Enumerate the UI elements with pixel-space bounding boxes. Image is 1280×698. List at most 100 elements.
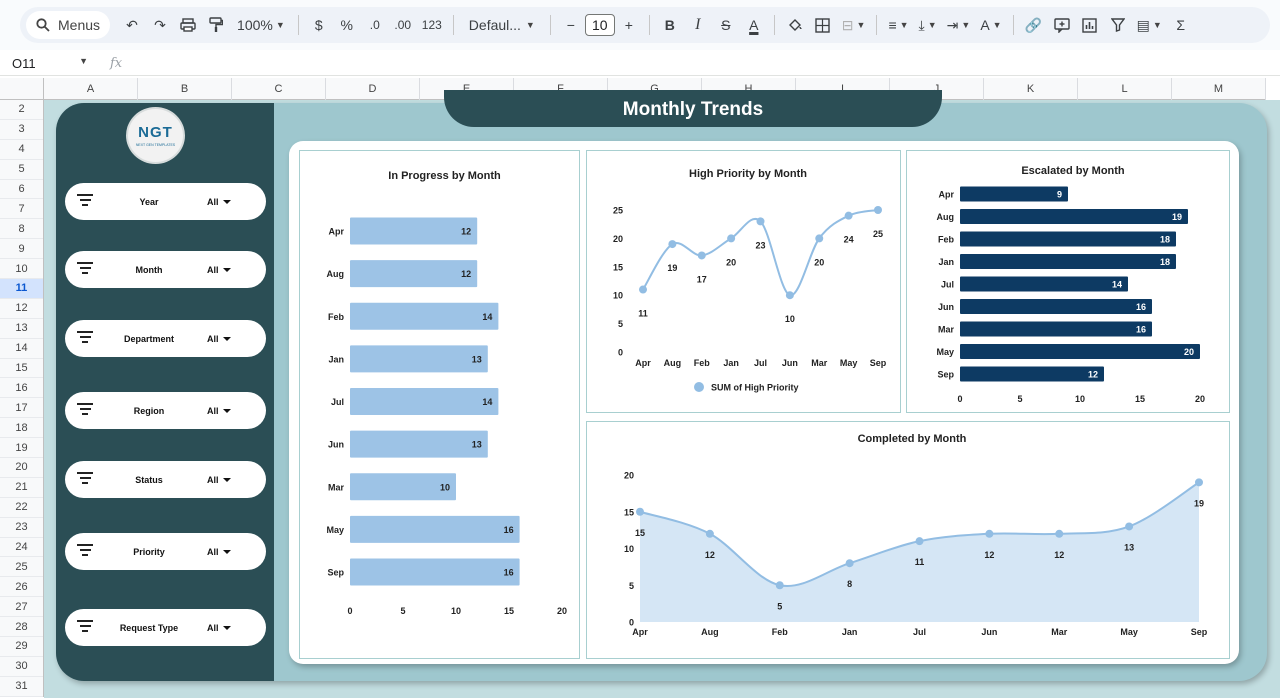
redo-icon[interactable]: ↷ [147,11,173,39]
row-header[interactable]: 7 [0,199,43,220]
row-header[interactable]: 29 [0,637,43,657]
filter-priority[interactable]: Priority All [65,533,266,570]
row-header[interactable]: 11 [0,279,43,299]
print-icon[interactable] [175,11,201,39]
row-header[interactable]: 8 [0,219,43,240]
category-label: Jun [938,302,954,312]
in-progress-chart[interactable]: In Progress by Month Apr 12 Aug 12 Feb 14 Jan 13… [299,150,580,659]
filter-dropdown[interactable]: All [207,265,231,275]
column-header[interactable]: K [984,78,1078,100]
zoom-select[interactable]: 100% ▼ [231,11,291,39]
column-header[interactable]: L [1078,78,1172,100]
filter-dropdown[interactable]: All [207,475,231,485]
column-header[interactable]: D [326,78,420,100]
decrease-decimal-button[interactable]: .0 [362,11,388,39]
increase-decimal-button[interactable]: .00 [390,11,416,39]
row-header[interactable]: 21 [0,478,43,498]
tick-label: 5 [618,319,623,329]
data-label: 19 [1194,498,1204,508]
row-header[interactable]: 24 [0,538,43,558]
company-logo: NGT NEXT GEN TEMPLATES [126,107,185,164]
row-header[interactable]: 20 [0,458,43,478]
column-header[interactable]: C [232,78,326,100]
row-header[interactable]: 31 [0,677,43,697]
bold-button[interactable]: B [657,11,683,39]
merge-cells-icon[interactable]: ⊟ ▼ [838,11,870,39]
filter-status[interactable]: Status All [65,461,266,498]
row-header[interactable]: 30 [0,657,43,677]
fill-color-icon[interactable] [782,11,808,39]
increase-font-size-button[interactable]: + [616,11,642,39]
currency-format-button[interactable]: $ [306,11,332,39]
row-header[interactable]: 17 [0,398,43,419]
row-header[interactable]: 5 [0,160,43,180]
functions-button[interactable]: Σ [1168,11,1194,39]
completed-chart[interactable]: Completed by Month 0 5 10 15 20 15 12 5 8 11 12 12 13… [586,421,1230,659]
vertical-align-icon[interactable]: ⤓ ▼ [915,11,941,39]
high-priority-chart[interactable]: High Priority by Month 0 5 10 15 20 25 11 19 17 20… [586,150,901,413]
column-header[interactable]: M [1172,78,1266,100]
filter-dropdown[interactable]: All [207,197,231,207]
filter-request-type[interactable]: Request Type All [65,609,266,646]
number-format-button[interactable]: 123 [418,11,446,39]
menus-search[interactable]: Menus [26,11,111,39]
column-header[interactable]: A [44,78,138,100]
filter-icon[interactable] [1105,11,1131,39]
row-header[interactable]: 14 [0,339,43,359]
font-size-input[interactable]: 10 [584,14,615,36]
row-header[interactable]: 2 [0,100,43,120]
filter-dropdown[interactable]: All [207,623,231,633]
column-header[interactable]: B [138,78,232,100]
data-point [874,206,882,214]
filter-month[interactable]: Month All [65,251,266,288]
insert-comment-icon[interactable] [1049,11,1075,39]
fx-icon: fx [110,56,123,71]
data-label: 14 [482,312,492,322]
row-header[interactable]: 3 [0,120,43,140]
tick-label: 0 [629,618,634,628]
row-header[interactable]: 9 [0,239,43,260]
percent-format-button[interactable]: % [334,11,360,39]
filter-region[interactable]: Region All [65,392,266,429]
row-header[interactable]: 22 [0,498,43,518]
row-header[interactable]: 27 [0,597,43,618]
filter-year[interactable]: Year All [65,183,266,220]
row-header[interactable]: 13 [0,319,43,339]
font-family-select[interactable]: Defaul... ▼ [461,11,543,39]
italic-button[interactable]: I [685,11,711,39]
row-header[interactable]: 4 [0,140,43,160]
row-header[interactable]: 10 [0,259,43,280]
row-header[interactable]: 28 [0,617,43,638]
undo-icon[interactable]: ↶ [119,11,145,39]
text-color-button[interactable]: A [741,11,767,39]
filter-dropdown[interactable]: All [207,334,231,344]
row-header[interactable]: 18 [0,418,43,439]
cell-reference: O11 [12,56,36,71]
horizontal-align-icon[interactable]: ≡ ▼ [884,11,912,39]
row-header[interactable]: 23 [0,518,43,538]
name-box[interactable]: O11 ▼ [0,56,96,71]
filter-department[interactable]: Department All [65,320,266,357]
decrease-font-size-button[interactable]: − [558,11,584,39]
escalated-chart[interactable]: Escalated by Month Apr 9 Aug 19 Feb 18 Jan 18 Jul… [906,150,1230,413]
row-header[interactable]: 26 [0,577,43,598]
borders-icon[interactable] [810,11,836,39]
insert-chart-icon[interactable] [1077,11,1103,39]
select-all-corner[interactable] [0,78,44,100]
filter-views-icon[interactable]: ▤ ▼ [1133,11,1166,39]
data-point [985,529,994,538]
text-rotation-icon[interactable]: A ▼ [976,11,1005,39]
paint-format-icon[interactable] [203,11,229,39]
row-header[interactable]: 6 [0,180,43,200]
filter-dropdown[interactable]: All [207,406,231,416]
row-header[interactable]: 16 [0,378,43,399]
strikethrough-button[interactable]: S [713,11,739,39]
row-header[interactable]: 19 [0,438,43,459]
filter-dropdown[interactable]: All [207,547,231,557]
row-header[interactable]: 12 [0,299,43,319]
row-header[interactable]: 25 [0,557,43,578]
text-wrap-icon[interactable]: ⇥ ▼ [943,11,975,39]
tick-label: 15 [624,507,634,517]
insert-link-icon[interactable]: 🔗 [1021,11,1047,39]
row-header[interactable]: 15 [0,359,43,379]
